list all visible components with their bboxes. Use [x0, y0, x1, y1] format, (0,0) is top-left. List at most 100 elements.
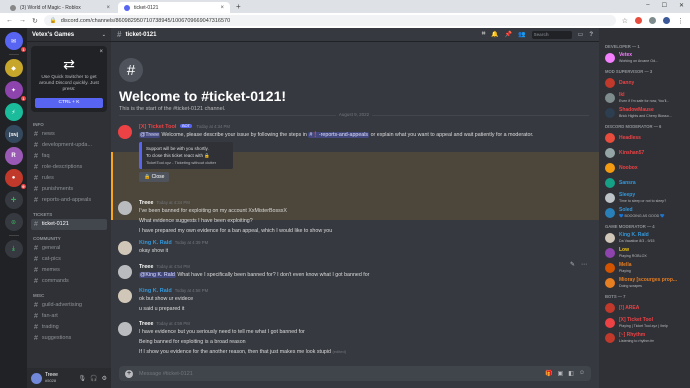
channel-item[interactable]: # rules [31, 173, 107, 184]
add-attachment-icon[interactable]: + [125, 369, 133, 378]
edit-icon[interactable]: ✎ [570, 261, 575, 268]
member-item[interactable]: Noobox [599, 160, 690, 175]
member-item[interactable]: lkl Even if I'm safe for now, You'll... [599, 90, 690, 105]
member-item[interactable]: Mioray [scourges prop... Doing scrapes [599, 275, 690, 290]
avatar[interactable] [118, 265, 132, 279]
member-item[interactable]: Headless [599, 130, 690, 145]
home-discord-icon[interactable]: ✉ 1 [4, 32, 26, 52]
profile-avatar[interactable] [663, 17, 670, 24]
members-icon[interactable]: 👥 [518, 31, 525, 38]
more-icon[interactable]: ⋯ [581, 261, 587, 268]
channel-item[interactable]: # trading [31, 322, 107, 333]
maximize-icon[interactable]: ☐ [662, 2, 667, 9]
server-icon[interactable]: ● 9 [4, 169, 26, 189]
member-item[interactable]: Sleepy Time to sleep or not to sleep? [599, 190, 690, 205]
close-ticket-button[interactable]: 🔒 Close [139, 172, 170, 182]
headphones-icon[interactable]: 🎧 [90, 375, 97, 382]
close-icon[interactable]: × [99, 49, 103, 55]
channel-item[interactable]: # guild-advertising [31, 300, 107, 311]
member-item[interactable]: Kinshan57 [599, 145, 690, 160]
download-apps-icon[interactable]: ⤓ [4, 240, 23, 258]
avatar[interactable] [118, 289, 132, 303]
member-item[interactable]: King K. Rald Da Vacation 8/3 - 9/15 [599, 230, 690, 245]
server-icon[interactable]: [SN] [4, 125, 23, 143]
server-icon[interactable]: R [4, 147, 23, 165]
channel-item[interactable]: # faq [31, 151, 107, 162]
channel-item[interactable]: # memes [31, 265, 107, 276]
explore-servers-icon[interactable]: ⊙ [4, 213, 23, 231]
inbox-icon[interactable]: ▭ [578, 31, 584, 38]
server-icon[interactable]: ⚡ [4, 103, 23, 121]
channel-item[interactable]: # punishments [31, 184, 107, 195]
user-mention[interactable]: @Treee [139, 132, 161, 138]
channel-item[interactable]: # cat-pics [31, 254, 107, 265]
channel-item[interactable]: # reports-and-appeals [31, 195, 107, 206]
avatar[interactable] [118, 201, 132, 215]
close-tab-icon[interactable]: × [220, 5, 224, 11]
message-input[interactable]: Message #ticket-0121 [139, 371, 539, 377]
channel-item[interactable]: # general [31, 243, 107, 254]
window-close-icon[interactable]: ✕ [679, 2, 684, 9]
search-input[interactable]: Search [531, 30, 572, 39]
avatar[interactable] [118, 125, 132, 139]
channel-item[interactable]: # development-upda... [31, 140, 107, 151]
quick-switcher-shortcut[interactable]: CTRL + K [35, 97, 103, 108]
server-header[interactable]: Vetex's Games ⌄ [27, 28, 111, 42]
member-item[interactable]: Soled 💙 BOOOING AS GOOD 💙 [599, 205, 690, 220]
menu-icon[interactable]: ⋮ [677, 17, 684, 25]
emoji-icon[interactable]: ☺ [579, 370, 585, 377]
member-item[interactable]: ShadowMause Brick Hights and Cherry Bloss… [599, 105, 690, 120]
microphone-icon[interactable]: 🎙 [79, 375, 87, 382]
gif-icon[interactable]: ▣ [558, 370, 564, 377]
channel-item-active[interactable]: # ticket-0121 [31, 218, 107, 230]
server-icon[interactable]: ◆ [4, 59, 23, 77]
avatar[interactable] [118, 241, 132, 255]
user-mention[interactable]: @King K. Rald [139, 272, 176, 278]
star-icon[interactable]: ☆ [622, 17, 628, 25]
member-category: DISCORD MODERATOR — 6 [605, 124, 662, 129]
member-item[interactable]: [!] AREA [599, 300, 690, 315]
bell-icon[interactable]: 🔔 [491, 31, 498, 38]
channel-item[interactable]: # commands [31, 276, 107, 287]
category-community[interactable]: COMMUNITY [27, 230, 111, 243]
member-item[interactable]: Vetex Working on Arcane Od... [599, 50, 690, 65]
channel-item[interactable]: # suggestions [31, 333, 107, 344]
add-server-icon[interactable]: + [4, 191, 23, 209]
member-item[interactable]: Danny [599, 75, 690, 90]
message-body: If I show you evidence for the another r… [139, 349, 331, 355]
back-icon[interactable]: ← [6, 17, 13, 24]
member-item[interactable]: Mella Playing [599, 260, 690, 275]
threads-icon[interactable]: ⌗ [482, 31, 485, 38]
browser-tab-roblox[interactable]: (3) World of Magic - Roblox × [4, 2, 116, 13]
member-item[interactable]: Low Playing ROBLOX [599, 245, 690, 260]
gift-icon[interactable]: 🎁 [545, 370, 552, 377]
channel-item[interactable]: # role-descriptions [31, 162, 107, 173]
channel-item[interactable]: # news [31, 129, 107, 140]
category-tickets[interactable]: TICKETS [27, 206, 111, 219]
reload-icon[interactable]: ↻ [32, 17, 38, 25]
member-name: [X] Ticket Tool [619, 316, 653, 323]
minimize-icon[interactable]: – [646, 2, 649, 9]
url-field[interactable]: 🔒 discord.com/channels/86098295071073894… [43, 15, 616, 26]
category-info[interactable]: INFO [27, 116, 111, 129]
server-icon[interactable]: ✦ 1 [4, 81, 26, 101]
channel-item[interactable]: # fan-art [31, 311, 107, 322]
avatar[interactable] [118, 322, 132, 336]
forward-icon[interactable]: → [19, 17, 26, 24]
new-tab-button[interactable]: + [236, 2, 241, 11]
help-icon[interactable]: ? [589, 32, 593, 38]
gear-icon[interactable]: ⚙ [102, 375, 107, 382]
close-tab-icon[interactable]: × [106, 5, 110, 11]
member-item[interactable]: Sansra [599, 175, 690, 190]
member-item[interactable]: [X] Ticket Tool Playing | Ticket Tool.xyz… [599, 315, 690, 330]
avatar[interactable] [31, 372, 42, 384]
channel-mention[interactable]: #❗-reports-and-appeals [308, 132, 370, 138]
extension-icon[interactable] [649, 17, 656, 24]
category-misc[interactable]: MISC [27, 287, 111, 300]
sticker-icon[interactable]: ◧ [568, 370, 574, 377]
hash-icon: # [117, 30, 122, 39]
extension-icon[interactable] [635, 17, 642, 24]
browser-tab-discord[interactable]: ticket-0121 × [118, 2, 230, 13]
member-item[interactable]: [~] Rhythm Listening to rhythm.fm [599, 330, 690, 345]
pin-icon[interactable]: 📌 [505, 31, 512, 38]
